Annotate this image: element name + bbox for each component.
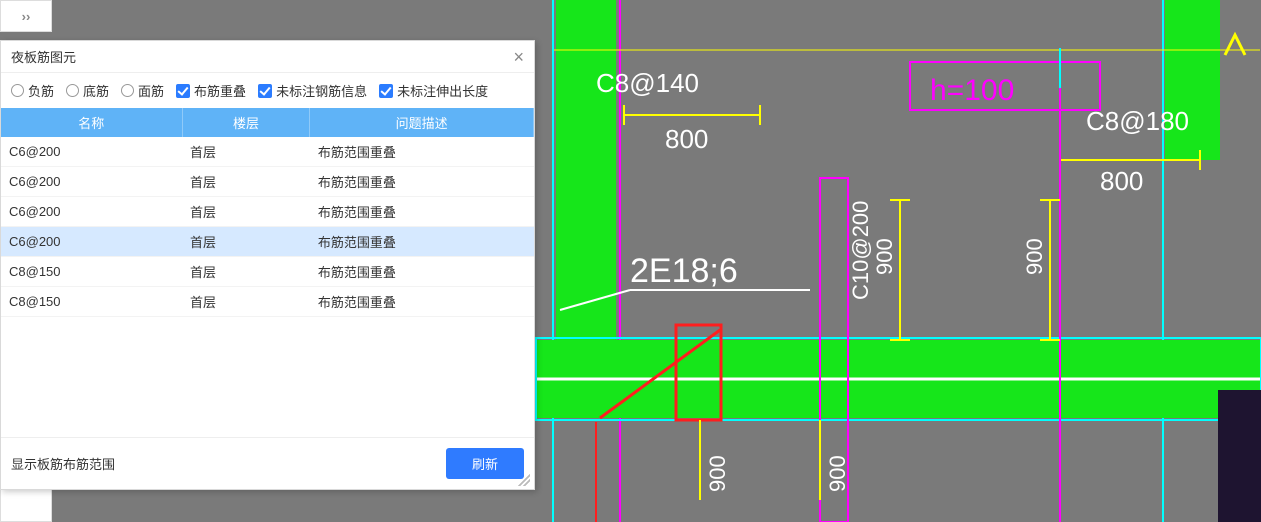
dialog-title: 夜板筋图元: [11, 47, 76, 66]
radio-label: 面筋: [138, 81, 164, 100]
col-name[interactable]: 名称: [1, 108, 182, 137]
cell-issue: 布筋范围重叠: [310, 137, 534, 167]
col-issue[interactable]: 问题描述: [310, 108, 534, 137]
label-c8-180: C8@180: [1086, 106, 1189, 136]
checkbox-input[interactable]: [176, 84, 190, 98]
footer-label: 显示板筋布筋范围: [11, 454, 115, 473]
dim-800a: 800: [665, 124, 708, 154]
table-row[interactable]: C6@200首层布筋范围重叠: [1, 227, 534, 257]
check-missing-extension[interactable]: 未标注伸出长度: [379, 81, 488, 100]
cell-floor: 首层: [182, 197, 310, 227]
cell-floor: 首层: [182, 227, 310, 257]
radio-bottom-rebar[interactable]: 底筋: [66, 81, 109, 100]
cell-name: C6@200: [1, 167, 182, 197]
checkbox-input[interactable]: [258, 84, 272, 98]
cell-issue: 布筋范围重叠: [310, 167, 534, 197]
dim-900b: 900: [1022, 238, 1047, 275]
table-row[interactable]: C6@200首层布筋范围重叠: [1, 167, 534, 197]
cell-issue: 布筋范围重叠: [310, 257, 534, 287]
cell-name: C8@150: [1, 257, 182, 287]
bottom-toolbar-stub[interactable]: [0, 488, 52, 522]
resize-grip[interactable]: [518, 474, 530, 486]
label-beam: 2E18;6: [630, 252, 738, 290]
table-row[interactable]: C8@150首层布筋范围重叠: [1, 287, 534, 317]
chevron-right-icon: ››: [22, 9, 31, 24]
cell-floor: 首层: [182, 257, 310, 287]
cell-name: C6@200: [1, 197, 182, 227]
radio-negative-rebar[interactable]: 负筋: [11, 81, 54, 100]
cell-floor: 首层: [182, 137, 310, 167]
dim-800b: 800: [1100, 166, 1143, 196]
cell-floor: 首层: [182, 167, 310, 197]
cell-name: C6@200: [1, 227, 182, 257]
refresh-button[interactable]: 刷新: [446, 448, 524, 479]
issues-table: 名称 楼层 问题描述 C6@200首层布筋范围重叠C6@200首层布筋范围重叠C…: [1, 108, 534, 317]
cell-issue: 布筋范围重叠: [310, 227, 534, 257]
label-c10-200: C10@200: [848, 201, 873, 300]
cell-floor: 首层: [182, 287, 310, 317]
close-button[interactable]: ×: [513, 48, 524, 66]
check-overlap[interactable]: 布筋重叠: [176, 81, 246, 100]
radio-input[interactable]: [66, 84, 79, 97]
cell-name: C6@200: [1, 137, 182, 167]
check-rebar-dialog: 夜板筋图元 × 负筋 底筋 面筋 布筋重叠 未标注钢筋信息 未标注伸出长度: [0, 40, 535, 490]
radio-label: 负筋: [28, 81, 54, 100]
cell-name: C8@150: [1, 287, 182, 317]
check-missing-info[interactable]: 未标注钢筋信息: [258, 81, 367, 100]
label-c8-140: C8@140: [596, 68, 699, 98]
radio-top-rebar[interactable]: 面筋: [121, 81, 164, 100]
radio-input[interactable]: [11, 84, 24, 97]
dim-900d: 900: [825, 455, 850, 492]
cell-issue: 布筋范围重叠: [310, 197, 534, 227]
toolbar-collapse-button[interactable]: ››: [0, 0, 52, 32]
table-row[interactable]: C6@200首层布筋范围重叠: [1, 197, 534, 227]
filter-row: 负筋 底筋 面筋 布筋重叠 未标注钢筋信息 未标注伸出长度: [1, 73, 534, 108]
table-row[interactable]: C6@200首层布筋范围重叠: [1, 137, 534, 167]
radio-input[interactable]: [121, 84, 134, 97]
col-floor[interactable]: 楼层: [182, 108, 310, 137]
checkbox-input[interactable]: [379, 84, 393, 98]
dim-900c: 900: [705, 455, 730, 492]
checkbox-label: 未标注钢筋信息: [276, 81, 367, 100]
checkbox-label: 布筋重叠: [194, 81, 246, 100]
radio-label: 底筋: [83, 81, 109, 100]
checkbox-label: 未标注伸出长度: [397, 81, 488, 100]
table-row[interactable]: C8@150首层布筋范围重叠: [1, 257, 534, 287]
dim-900a: 900: [872, 238, 897, 275]
cell-issue: 布筋范围重叠: [310, 287, 534, 317]
label-h100: h=100: [930, 74, 1014, 107]
